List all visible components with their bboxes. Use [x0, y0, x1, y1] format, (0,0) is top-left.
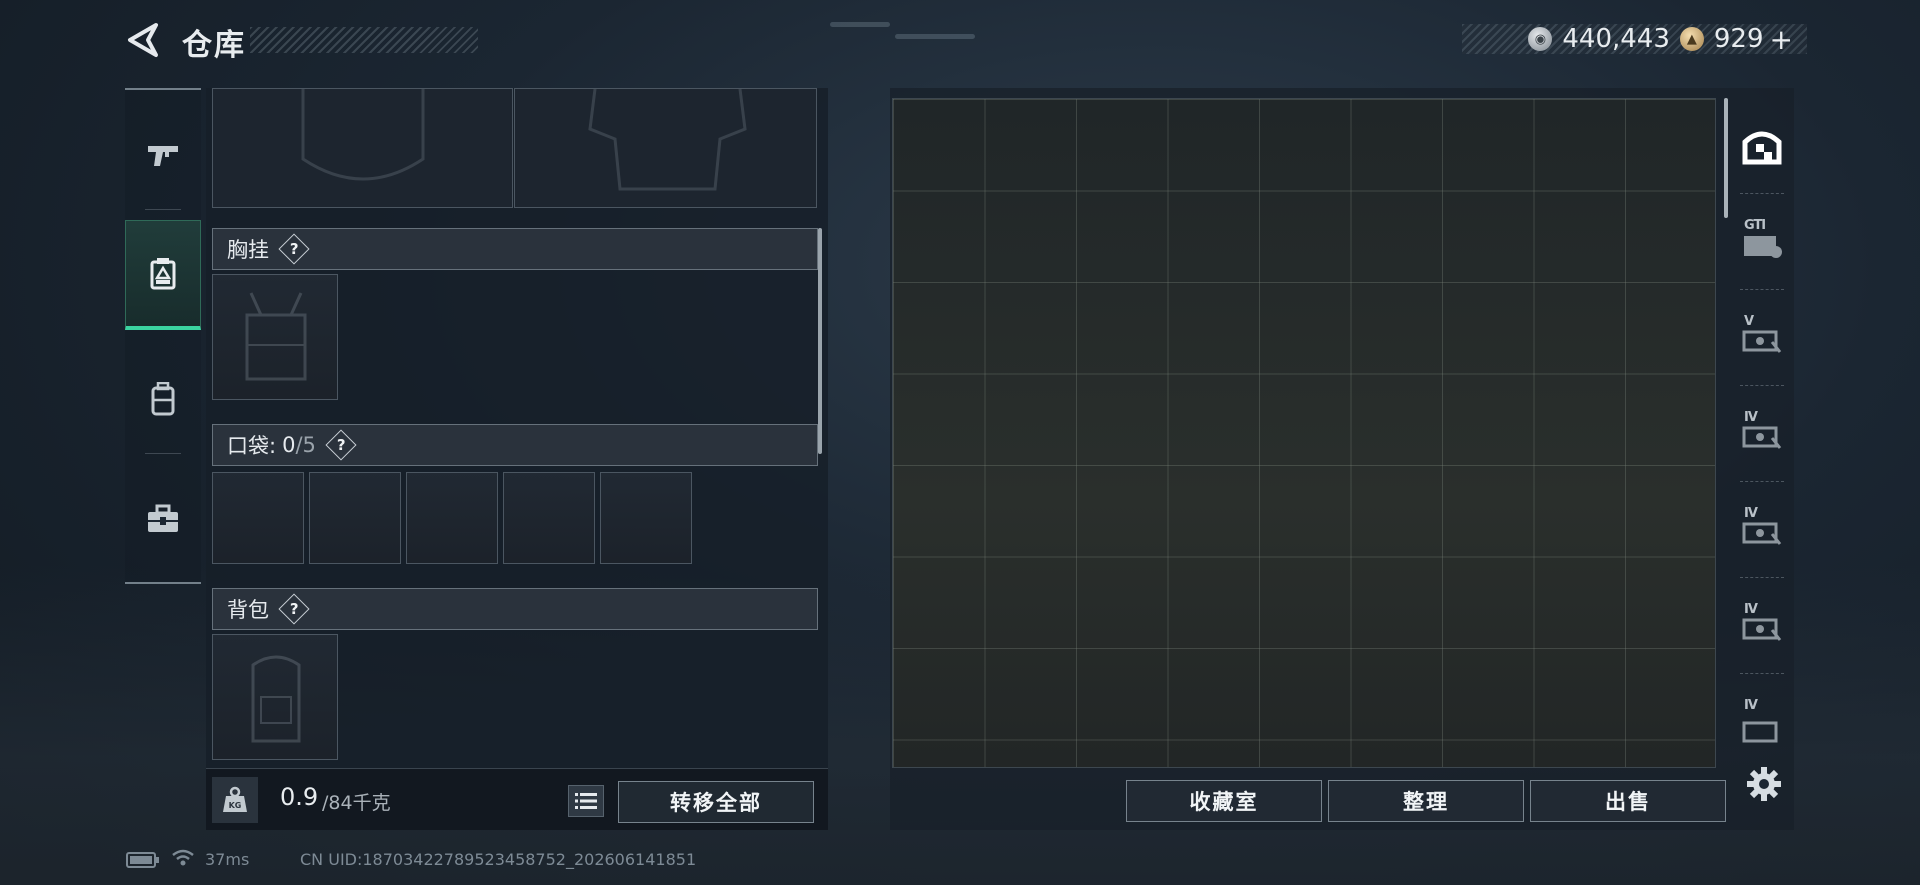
pockets-header: 口袋: 0/5 ? [212, 424, 818, 466]
weight-current: 0.9 [280, 783, 319, 811]
equipment-list[interactable]: 胸挂 ? 口袋: 0/5 ? 背包 ? [206, 88, 828, 768]
armor-slot[interactable] [212, 88, 513, 208]
title-decoration [250, 27, 478, 53]
armor-silhouette-icon [301, 89, 425, 181]
page-title: 仓库 [182, 28, 246, 63]
currency-bar: ◉ 440,443 ▲ 929 + [1462, 23, 1807, 56]
stash-tab-main[interactable] [1730, 98, 1794, 194]
stash-scrollbar[interactable] [1724, 98, 1728, 218]
list-view-button[interactable] [568, 785, 604, 817]
collection-button[interactable]: 收藏室 [1126, 780, 1322, 822]
backpack-slot[interactable] [212, 634, 338, 760]
case-iv-icon [1742, 721, 1778, 743]
battery-icon [126, 852, 160, 872]
backpack-label: 背包 [227, 598, 269, 622]
sell-button[interactable]: 出售 [1530, 780, 1726, 822]
player-uid: CN UID:18703422789523458752_202606141851 [300, 850, 697, 869]
silver-balance: 440,443 [1562, 24, 1670, 54]
stash-tab-iv[interactable]: IV [1730, 482, 1794, 578]
weight-bar: KG 0.9 /84千克 转移全部 [206, 768, 828, 830]
help-icon[interactable]: ? [325, 429, 357, 461]
chest-rig-silhouette-icon [245, 292, 307, 381]
pockets-label: 口袋: [227, 434, 277, 458]
weight-icon: KG [212, 777, 258, 823]
pocket-slot[interactable] [600, 472, 692, 564]
help-icon[interactable]: ? [278, 593, 310, 625]
weight-max: /84千克 [322, 792, 391, 814]
gold-balance: 929 [1713, 24, 1764, 54]
pocket-slot[interactable] [503, 472, 595, 564]
chest-rig-slot[interactable] [212, 274, 338, 400]
backpack-header: 背包 ? [212, 588, 818, 630]
stash-tab-iv[interactable]: IV [1730, 386, 1794, 482]
stash-footer: 收藏室 整理 出售 [890, 768, 1794, 830]
svg-text:KG: KG [229, 801, 242, 810]
background-light [895, 34, 975, 39]
stash-tab-iv[interactable]: IV [1730, 578, 1794, 674]
rig-silhouette-icon [588, 88, 747, 191]
gold-coin-icon: ▲ [1679, 27, 1704, 51]
pockets-count: 0 [282, 433, 296, 457]
wifi-icon [172, 848, 194, 872]
rail-item-gear[interactable] [125, 220, 201, 330]
rail-item-weapons[interactable] [125, 100, 201, 210]
equipment-scrollbar[interactable] [818, 228, 822, 454]
pistol-icon [148, 146, 178, 166]
main-stash-icon [1742, 131, 1782, 165]
rail-item-backpack[interactable] [125, 344, 201, 454]
pocket-slot[interactable] [309, 472, 401, 564]
pockets-max: /5 [295, 433, 316, 457]
category-rail [125, 88, 201, 584]
ping-readout: 37ms [205, 850, 250, 869]
background-light [830, 22, 890, 27]
pocket-slot[interactable] [212, 472, 304, 564]
chest-rig-label: 胸挂 [227, 238, 269, 262]
equipment-panel: 胸挂 ? 口袋: 0/5 ? 背包 ? KG 0.9 /84千克 转移全部 [206, 88, 828, 830]
settings-button[interactable] [1744, 764, 1784, 804]
transfer-all-button[interactable]: 转移全部 [618, 781, 814, 823]
chest-rig-header: 胸挂 ? [212, 228, 818, 270]
toolbox-icon [148, 504, 178, 532]
equipment-icon [150, 257, 176, 289]
stash-tab-iv[interactable]: IV [1730, 674, 1794, 764]
stash-tab-gti[interactable]: GTI [1730, 194, 1794, 290]
rail-item-kit[interactable] [125, 464, 201, 574]
help-icon[interactable]: ? [278, 233, 310, 265]
stash-tabs: GTI V IV IV IV IV [1730, 88, 1794, 768]
pocket-slot[interactable] [406, 472, 498, 564]
list-icon [575, 793, 597, 809]
add-currency-button[interactable]: + [1770, 23, 1793, 56]
stash-grid[interactable] [892, 98, 1716, 768]
backpack-icon [151, 382, 175, 416]
backpack-silhouette-icon [251, 655, 301, 743]
stash-panel: GTI V IV IV IV IV 收藏室 整理 出售 [890, 88, 1794, 830]
stash-tab-v[interactable]: V [1730, 290, 1794, 386]
gear-icon [1747, 767, 1781, 801]
back-arrow-icon [128, 23, 158, 57]
back-button[interactable] [126, 22, 160, 58]
silver-coin-icon: ◉ [1528, 27, 1553, 51]
helmet-slot[interactable] [514, 88, 817, 208]
sort-button[interactable]: 整理 [1328, 780, 1524, 822]
